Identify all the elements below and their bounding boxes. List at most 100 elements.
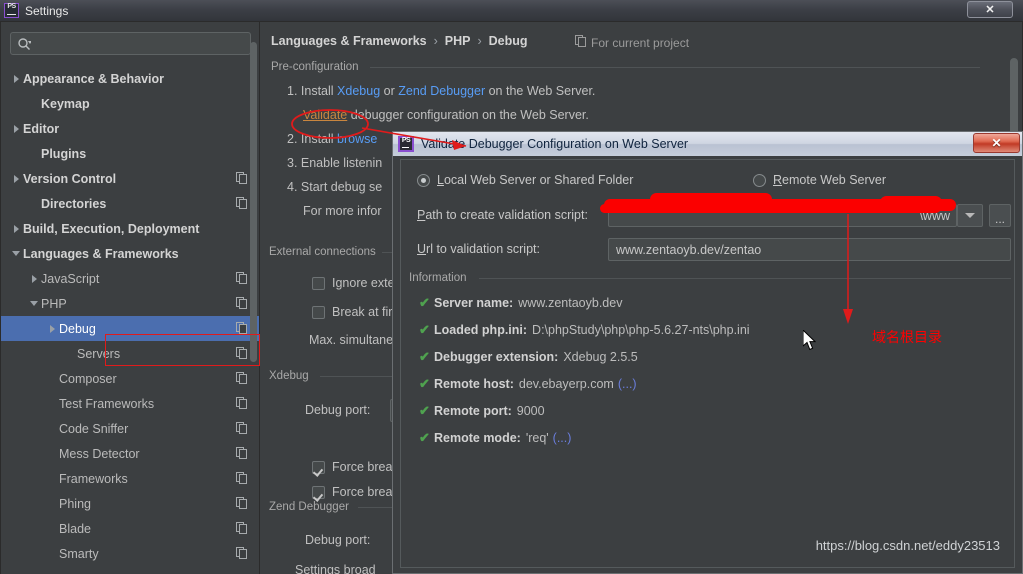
validate-line: Validate debugger configuration on the W… (303, 108, 589, 122)
zend-debugger-link[interactable]: Zend Debugger (398, 84, 485, 98)
sidebar-item-label: JavaScript (41, 271, 100, 286)
chevron-right-icon[interactable] (27, 266, 41, 291)
sidebar-item-label: Keymap (41, 96, 90, 111)
sidebar-item-javascript[interactable]: JavaScript (1, 266, 259, 291)
information-more-link[interactable]: (...) (553, 431, 572, 445)
radio-remote-web-server[interactable] (753, 174, 766, 187)
breadcrumb-item-0[interactable]: Languages & Frameworks (271, 34, 427, 48)
sidebar-item-smarty[interactable]: Smarty (1, 541, 259, 566)
radio-remote-mnemonic: R (773, 173, 783, 187)
search-icon (14, 37, 34, 51)
sidebar-item-code-sniffer[interactable]: Code Sniffer (1, 416, 259, 441)
section-zend-debugger-label: Zend Debugger (269, 501, 349, 513)
validate-link[interactable]: Validate (303, 108, 347, 122)
check-icon: ✔ (419, 295, 430, 310)
sidebar-scrollbar[interactable] (250, 42, 257, 362)
path-browse-button[interactable]: ... (989, 204, 1011, 227)
chevron-right-icon[interactable] (9, 66, 23, 91)
sidebar-item-debug[interactable]: Debug (1, 316, 259, 341)
xdebug-force-break-checkbox-1[interactable] (312, 461, 325, 474)
sidebar-item-build-execution-deployment[interactable]: Build, Execution, Deployment (1, 216, 259, 241)
sidebar-item-frameworks[interactable]: Frameworks (1, 466, 259, 491)
radio-remote-rest: emote Web Server (782, 173, 887, 187)
copy-icon (236, 472, 247, 484)
sidebar-item-phing[interactable]: Phing (1, 491, 259, 516)
sidebar-item-label: Blade (59, 521, 91, 536)
sidebar-item-plugins[interactable]: Plugins (1, 141, 259, 166)
scope-label: For current project (591, 35, 690, 50)
sidebar-item-test-frameworks[interactable]: Test Frameworks (1, 391, 259, 416)
sidebar-item-php[interactable]: PHP (1, 291, 259, 316)
chevron-right-icon[interactable] (9, 216, 23, 241)
scope-indicator: For current project (575, 35, 689, 50)
sidebar-item-languages-frameworks[interactable]: Languages & Frameworks (1, 241, 259, 266)
radio-local-web-server-label[interactable]: Local Web Server or Shared Folder (437, 173, 633, 187)
more-info-line: For more infor (303, 204, 382, 218)
information-key: Remote host: (434, 377, 514, 391)
information-value: Xdebug 2.5.5 (563, 350, 638, 364)
redaction-mark-5 (880, 196, 942, 209)
settings-sidebar: Appearance & Behavior Keymap Editor Plugins… (1, 22, 260, 574)
breadcrumb: Languages & Frameworks › PHP › Debug (271, 34, 528, 48)
chevron-right-icon[interactable] (9, 116, 23, 141)
step1-prefix: 1. Install (287, 84, 334, 98)
breadcrumb-item-1[interactable]: PHP (445, 34, 471, 48)
sidebar-item-blade[interactable]: Blade (1, 516, 259, 541)
preconfig-step-1: 1. Install Xdebug or Zend Debugger on th… (287, 84, 595, 98)
sidebar-item-servers[interactable]: Servers (1, 341, 259, 366)
url-to-validation-script-input[interactable]: www.zentaoyb.dev/zentao (608, 238, 1011, 261)
radio-remote-web-server-label[interactable]: Remote Web Server (773, 173, 886, 187)
information-row: ✔ Loaded php.ini: D:\phpStudy\php\php-5.6.… (419, 323, 750, 337)
radio-local-web-server[interactable] (417, 174, 430, 187)
chevron-right-icon[interactable] (45, 316, 59, 341)
sidebar-item-label: Build, Execution, Deployment (23, 221, 200, 236)
copy-icon (236, 297, 247, 309)
information-value: 'req' (525, 431, 549, 445)
step1-suffix: on the Web Server. (488, 84, 596, 98)
chevron-down-icon[interactable] (9, 241, 23, 266)
break-at-first-line-checkbox[interactable] (312, 306, 325, 319)
information-more-link[interactable]: (...) (618, 377, 637, 391)
information-row: ✔ Debugger extension: Xdebug 2.5.5 (419, 350, 638, 364)
sidebar-item-version-control[interactable]: Version Control (1, 166, 259, 191)
copy-icon (575, 35, 586, 50)
sidebar-item-appearance-behavior[interactable]: Appearance & Behavior (1, 66, 259, 91)
browse-link[interactable]: browse (337, 132, 377, 146)
search-input[interactable] (10, 32, 251, 55)
section-rule (370, 67, 980, 68)
copy-icon (236, 372, 247, 384)
chevron-down-icon[interactable] (27, 291, 41, 316)
sidebar-item-composer[interactable]: Composer (1, 366, 259, 391)
xdebug-link[interactable]: Xdebug (337, 84, 380, 98)
sidebar-item-keymap[interactable]: Keymap (1, 91, 259, 116)
path-dropdown-button[interactable] (957, 204, 983, 227)
sidebar-item-directories[interactable]: Directories (1, 191, 259, 216)
copy-icon (236, 197, 247, 209)
copy-icon (236, 497, 247, 509)
check-icon: ✔ (419, 430, 430, 445)
sidebar-item-label: Languages & Frameworks (23, 246, 179, 261)
information-key: Loaded php.ini: (434, 323, 528, 337)
sidebar-item-editor[interactable]: Editor (1, 116, 259, 141)
dialog-close-button[interactable]: ✕ (973, 133, 1020, 153)
sidebar-item-label: Editor (23, 121, 60, 136)
settings-tree[interactable]: Appearance & Behavior Keymap Editor Plugins… (1, 66, 259, 574)
xdebug-force-break-checkbox-2[interactable] (312, 486, 325, 499)
breadcrumb-item-2[interactable]: Debug (489, 34, 528, 48)
screen: public function __construct() { $this->p… (0, 0, 1023, 574)
ignore-external-checkbox[interactable] (312, 277, 325, 290)
information-value: www.zentaoyb.dev (518, 296, 623, 310)
url-mnemonic: U (417, 242, 427, 256)
information-row: ✔ Server name: www.zentaoyb.dev (419, 296, 622, 310)
breadcrumb-separator: › (433, 34, 438, 48)
sidebar-item-mess-detector[interactable]: Mess Detector (1, 441, 259, 466)
settings-close-button[interactable]: ✕ (967, 1, 1013, 18)
xdebug-debug-port-label: Debug port: (305, 403, 371, 417)
sidebar-item-label: Code Sniffer (59, 421, 129, 436)
sidebar-item-label: Appearance & Behavior (23, 71, 165, 86)
chevron-right-icon[interactable] (9, 166, 23, 191)
step1-or: or (383, 84, 395, 98)
